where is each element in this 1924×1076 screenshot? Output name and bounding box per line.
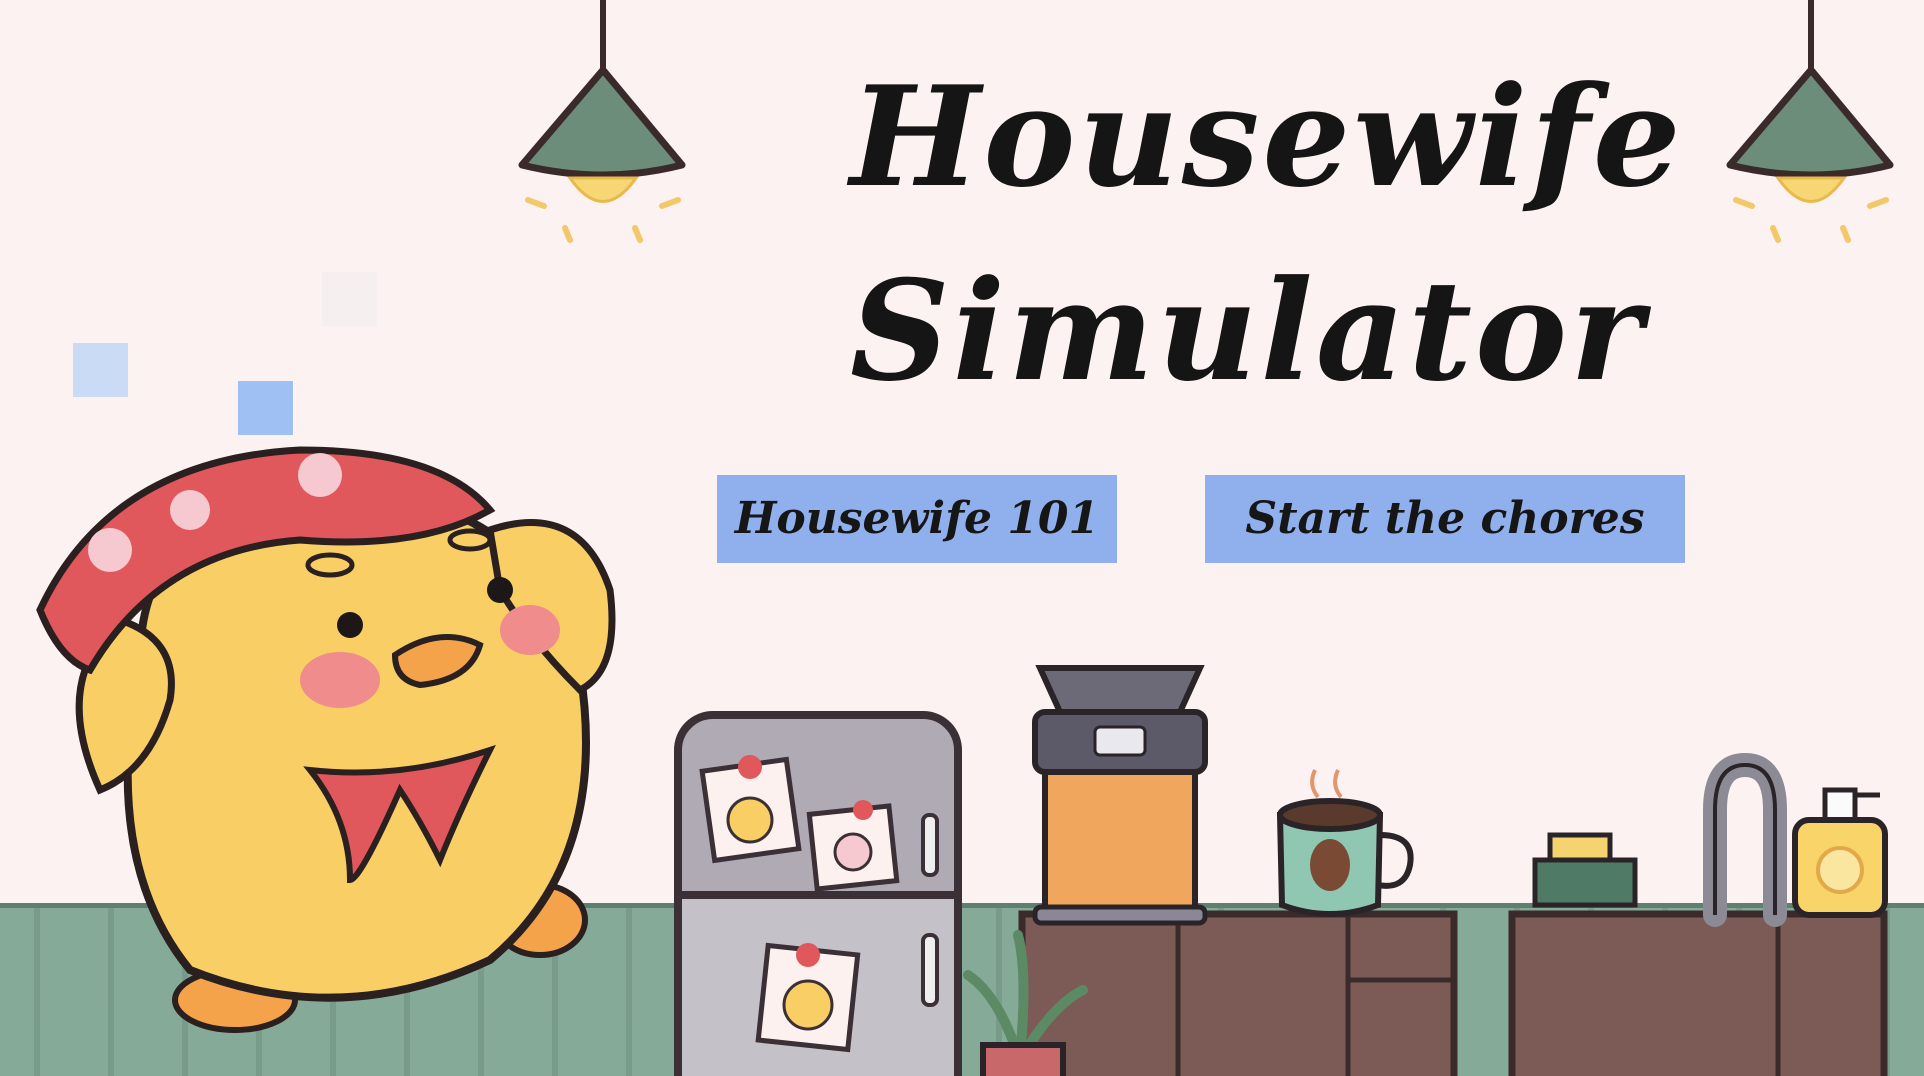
housewife-101-button[interactable]: Housewife 101 xyxy=(717,475,1117,563)
sink-faucet-icon xyxy=(1703,752,1787,927)
decorative-square xyxy=(238,381,293,435)
decorative-square xyxy=(73,343,128,397)
lamp-icon xyxy=(518,0,686,243)
title-screen: Housewife Simulator Housewife 101 Start … xyxy=(0,0,1924,1076)
start-chores-button[interactable]: Start the chores xyxy=(1205,475,1685,563)
decorative-square xyxy=(322,272,377,326)
coffee-mug-icon xyxy=(1276,769,1414,917)
soap-bottle-icon xyxy=(1792,787,1888,918)
coffee-machine-icon xyxy=(1032,665,1208,926)
duck-character xyxy=(36,446,616,1033)
sponge-icon xyxy=(1532,832,1638,908)
plant-icon xyxy=(963,930,1088,1076)
game-title-line-1: Housewife xyxy=(850,55,1684,218)
fridge-icon xyxy=(674,711,962,1076)
game-title-line-2: Simulator xyxy=(850,249,1646,412)
lamp-icon xyxy=(1726,0,1894,243)
kitchen-cabinet xyxy=(1508,910,1888,1076)
